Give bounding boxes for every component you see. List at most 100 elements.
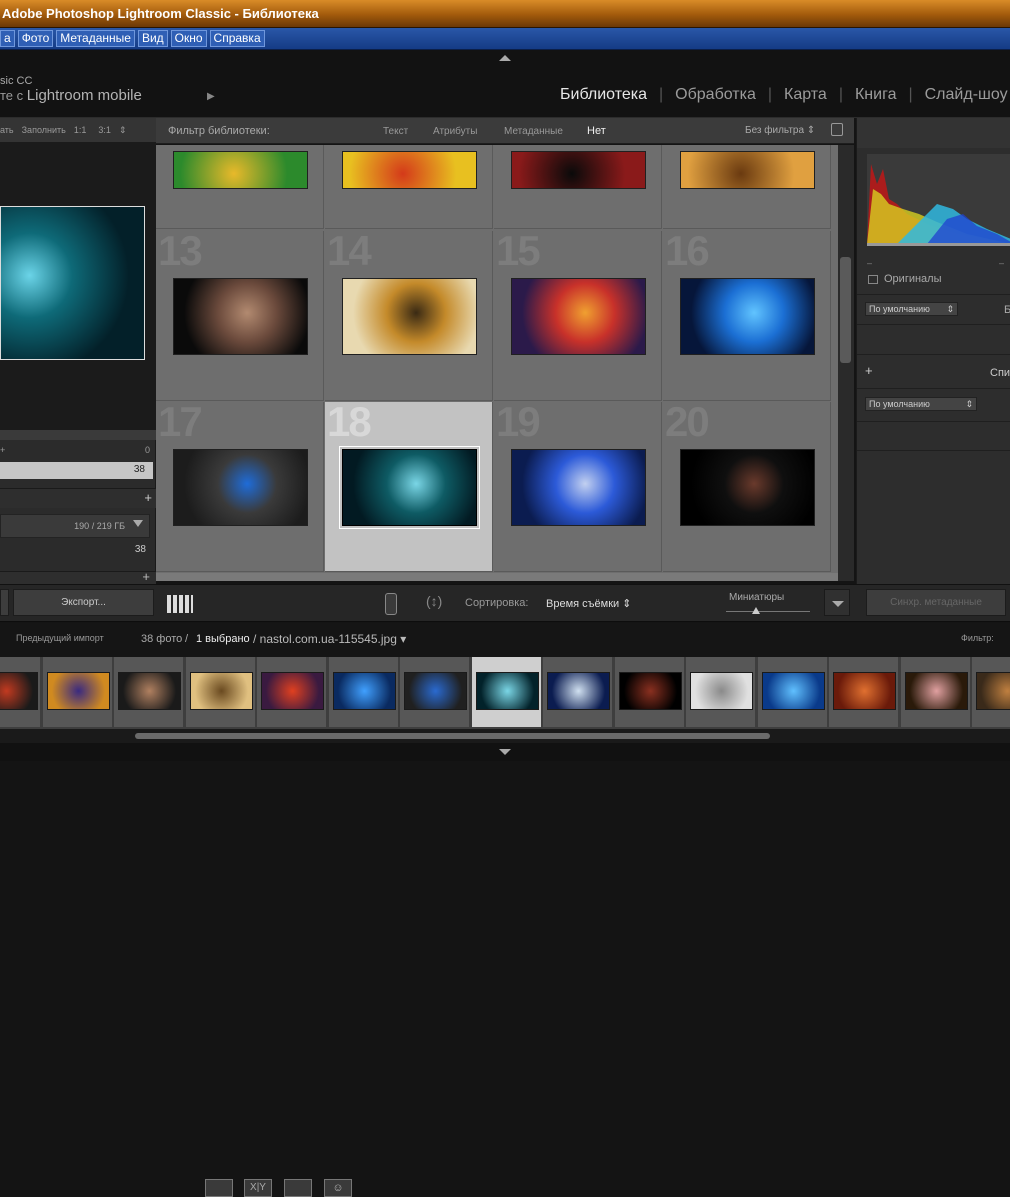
filmstrip-cell[interactable] [328,657,399,727]
menu-item-metadata[interactable]: Метаданные [56,30,135,47]
catalog-row-previous-import[interactable]: 38 [0,462,153,479]
filmstrip-thumbnail[interactable] [833,672,896,710]
filmstrip-cell[interactable] [543,657,613,727]
collapse-bottom-panel-icon[interactable] [499,749,511,755]
thumbnails-slider-track[interactable] [726,611,810,612]
grid-cell-selected[interactable]: 18 [325,402,493,572]
menu-item-file[interactable]: а [0,30,15,47]
grid-cell[interactable]: 19 [494,402,662,572]
filmstrip-thumbnail[interactable] [976,672,1010,710]
filmstrip-cell[interactable] [400,657,470,727]
grid-thumbnail[interactable] [680,449,815,526]
add-keyword-icon[interactable]: + [865,363,873,378]
grid-cell[interactable]: 15 [494,231,662,401]
grid-thumbnail[interactable] [680,278,815,355]
filmstrip-cell[interactable] [829,657,899,727]
filmstrip-thumbnail[interactable] [46,672,110,710]
grid-thumbnail[interactable] [511,151,646,189]
folder-row[interactable]: 38 [0,542,150,558]
filmstrip-cell[interactable] [114,657,184,727]
menu-item-window[interactable]: Окно [170,30,207,47]
volume-expand-icon[interactable] [133,520,143,527]
grid-cell[interactable]: 16 [663,231,831,401]
nav-3to1[interactable]: 3:1 [98,125,111,135]
grid-cell[interactable]: 17 [156,402,324,572]
filmstrip-cell[interactable] [686,657,756,727]
grid-scrollbar-track[interactable] [838,145,854,581]
nav-fit[interactable]: ать [0,125,14,135]
grid-cell-top[interactable] [156,145,324,229]
sort-dropdown[interactable]: Время съёмки ⇕ [546,597,631,610]
thumbnails-slider-handle[interactable] [752,607,760,614]
import-button-edge[interactable] [0,589,9,616]
grid-scrollbar-thumb[interactable] [840,257,851,363]
filmstrip-thumbnail[interactable] [261,672,324,710]
filmstrip-cell[interactable] [0,657,41,727]
grid-thumbnail[interactable] [342,151,477,189]
people-view-icon[interactable]: ☺ [324,1179,352,1197]
compare-view-icon[interactable]: X|Y [244,1179,272,1197]
menu-item-help[interactable]: Справка [209,30,265,47]
grid-thumbnail[interactable] [173,449,308,526]
volume-row[interactable]: 190 / 219 ГБ [0,514,150,538]
toolbar-menu-button[interactable] [824,589,850,616]
filter-tab-metadata[interactable]: Метаданные [504,126,563,137]
filmstrip-source[interactable]: Предыдущий импорт [16,633,104,643]
preset-dropdown-2[interactable]: По умолчанию ⇕ [865,397,977,411]
filmstrip-thumbnail[interactable] [904,672,968,710]
grid-cell[interactable]: 13 [156,231,324,401]
filmstrip-thumbnail[interactable] [0,672,38,710]
filmstrip-cell[interactable] [185,657,256,727]
filter-lock-icon[interactable] [831,123,843,136]
grid-thumbnail[interactable] [173,151,308,189]
filmstrip-thumbnail[interactable] [189,672,253,710]
grid-cell-top[interactable] [494,145,662,229]
sort-direction-icon[interactable]: (↕) [426,593,442,609]
filter-preset-dropdown[interactable]: Без фильтра ⇕ [745,125,815,136]
grid-view-icon[interactable] [167,595,193,613]
filmstrip-thumbnail[interactable] [761,672,825,710]
nav-fill[interactable]: Заполнить [22,125,66,135]
grid-thumbnail[interactable] [680,151,815,189]
originals-checkbox[interactable] [868,275,878,284]
module-map[interactable]: Карта [784,86,827,104]
module-book[interactable]: Книга [855,86,896,104]
spray-can-icon[interactable] [385,593,397,615]
filmstrip-thumbnail[interactable] [404,672,467,710]
filmstrip-cell[interactable] [257,657,327,727]
filmstrip-cell[interactable] [614,657,685,727]
grid-cell-top[interactable] [663,145,831,229]
navigator-preview-image[interactable] [0,206,145,360]
menu-item-photo[interactable]: Фото [17,30,54,47]
loupe-view-icon[interactable] [205,1179,233,1197]
preset-dropdown-1[interactable]: По умолчанию ⇕ [865,302,958,316]
filmstrip-thumbnail[interactable] [118,672,181,710]
filmstrip-thumbnail[interactable] [332,672,396,710]
menu-item-view[interactable]: Вид [137,30,168,47]
grid-thumbnail[interactable] [342,278,477,355]
play-icon[interactable]: ▶ [207,91,215,102]
grid-cell[interactable]: 14 [325,231,493,401]
module-library[interactable]: Библиотека [560,86,647,104]
filmstrip-filename[interactable]: / nastol.com.ua-115545.jpg ▾ [253,632,406,646]
add-folder-icon[interactable]: + [144,490,152,505]
filter-tab-none[interactable]: Нет [587,125,606,137]
filmstrip-cell[interactable] [900,657,971,727]
grid-thumbnail[interactable] [173,278,308,355]
filmstrip-thumbnail[interactable] [547,672,610,710]
filmstrip-cell[interactable] [757,657,828,727]
filmstrip-thumbnail[interactable] [690,672,753,710]
survey-view-icon[interactable] [284,1179,312,1197]
nav-1to1[interactable]: 1:1 [74,125,87,135]
filmstrip-cell[interactable] [42,657,113,727]
add-collection-icon[interactable]: + [142,569,150,584]
filter-tab-text[interactable]: Текст [383,126,408,137]
grid-thumbnail[interactable] [511,278,646,355]
module-slideshow[interactable]: Слайд-шоу [925,86,1008,104]
collapse-top-panel-icon[interactable] [499,55,511,61]
grid-cell-top[interactable] [325,145,493,229]
grid-thumbnail[interactable] [339,446,480,529]
filmstrip-thumbnail[interactable] [475,672,539,710]
filmstrip-scrollbar-thumb[interactable] [135,733,770,739]
catalog-row-quick[interactable]: + 0 [0,443,150,459]
